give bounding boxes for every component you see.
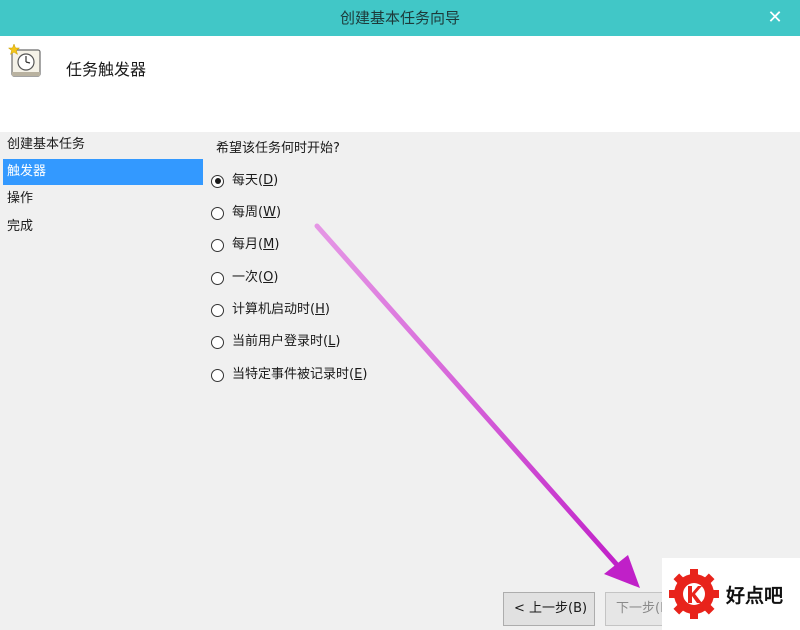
- radio-button-checked[interactable]: [211, 174, 224, 188]
- radio-button[interactable]: [211, 271, 224, 285]
- watermark-text: 好点吧: [726, 584, 784, 607]
- option-label: 每月: [232, 237, 259, 252]
- option-label: 当特定事件被记录时: [232, 367, 350, 382]
- radio-weekly[interactable]: 每周(W): [211, 202, 281, 224]
- access-key: L: [328, 334, 336, 349]
- radio-button[interactable]: [211, 206, 224, 220]
- access-key: W: [263, 205, 276, 220]
- back-button[interactable]: < 上一步(B): [503, 592, 595, 626]
- nav-item-action[interactable]: 操作: [3, 186, 203, 212]
- option-label: 每天: [232, 173, 259, 188]
- radio-button[interactable]: [211, 238, 224, 252]
- radio-button[interactable]: [211, 303, 224, 317]
- wizard-steps: 创建基本任务 触发器 操作 完成: [0, 132, 210, 630]
- radio-logon[interactable]: 当前用户登录时(L): [211, 331, 340, 353]
- watermark: 好点吧: [662, 558, 800, 630]
- wizard-header: 任务触发器: [0, 36, 800, 132]
- gear-logo-icon: [669, 569, 719, 619]
- option-label: 当前用户登录时: [232, 334, 324, 349]
- nav-item-trigger[interactable]: 触发器: [3, 159, 203, 185]
- nav-item-create-task[interactable]: 创建基本任务: [3, 132, 203, 158]
- access-key: H: [315, 302, 325, 317]
- title-bar: 创建基本任务向导 ✕: [0, 0, 800, 36]
- close-icon[interactable]: ✕: [764, 7, 786, 29]
- access-key: M: [263, 237, 275, 252]
- nav-item-finish[interactable]: 完成: [3, 214, 203, 240]
- radio-startup[interactable]: 计算机启动时(H): [211, 299, 330, 321]
- radio-monthly[interactable]: 每月(M): [211, 234, 279, 256]
- page-title: 任务触发器: [66, 60, 147, 79]
- option-label: 一次: [232, 270, 259, 285]
- option-label: 计算机启动时: [232, 302, 311, 317]
- radio-button[interactable]: [211, 368, 224, 382]
- access-key: O: [263, 270, 274, 285]
- access-key: E: [354, 367, 363, 382]
- access-key: D: [263, 173, 274, 188]
- question-label: 希望该任务何时开始?: [216, 141, 340, 156]
- radio-button[interactable]: [211, 335, 224, 349]
- option-label: 每周: [232, 205, 259, 220]
- radio-event[interactable]: 当特定事件被记录时(E): [211, 364, 367, 386]
- radio-once[interactable]: 一次(O): [211, 267, 278, 289]
- next-button[interactable]: 下一步(N): [605, 592, 667, 626]
- clock-icon: [7, 43, 41, 77]
- radio-daily[interactable]: 每天(D): [211, 170, 278, 192]
- window-title: 创建基本任务向导: [339, 9, 460, 27]
